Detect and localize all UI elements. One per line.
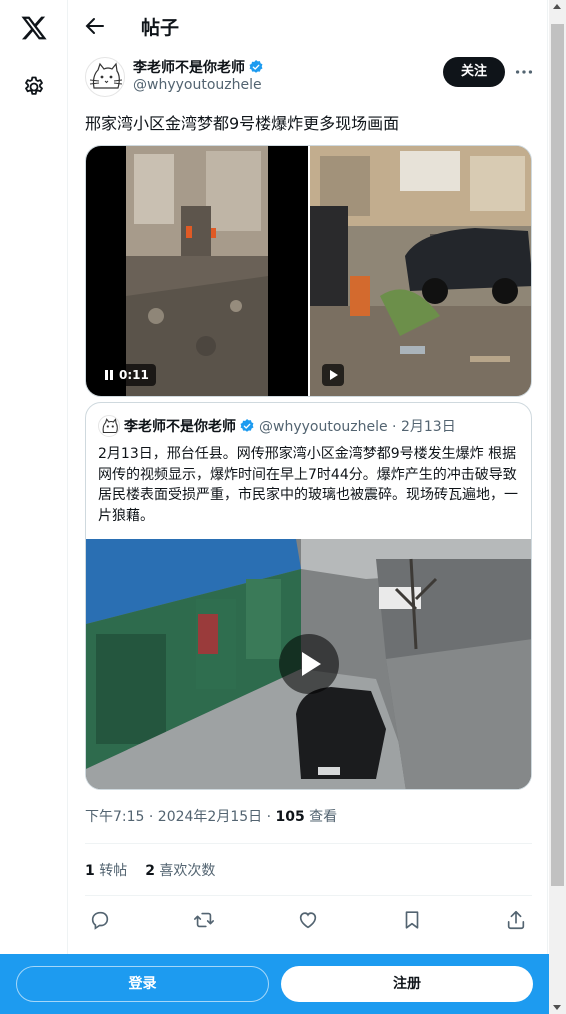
reposts-label[interactable]: 转帖 (95, 863, 127, 879)
page-title: 帖子 (141, 17, 180, 39)
x-logo-icon[interactable] (20, 14, 48, 42)
media-grid: 0:11 (85, 145, 532, 397)
bottom-signin-bar: 登录 注册 (0, 954, 549, 1014)
post-timestamp[interactable]: 下午7:15 · 2024年2月15日 · (85, 809, 276, 825)
quoted-video-thumbnail[interactable] (86, 539, 531, 789)
more-dots-icon[interactable] (513, 61, 535, 83)
scrollbar[interactable] (549, 0, 566, 1014)
post-author: 李老师不是你老师 @whyyoutouzhele 关注 (85, 57, 535, 99)
reply-icon[interactable] (89, 909, 111, 931)
likes-count[interactable]: 2 (145, 863, 155, 879)
login-button[interactable]: 登录 (16, 966, 269, 1002)
author-name-row: 李老师不是你老师 (133, 57, 264, 77)
heart-icon[interactable] (297, 909, 319, 931)
video-timer-text: 0:11 (119, 368, 149, 382)
verified-badge-icon (240, 419, 254, 432)
author-name[interactable]: 李老师不是你老师 (133, 60, 245, 76)
play-button-icon[interactable] (279, 634, 339, 694)
scrollbar-thumb[interactable] (551, 24, 564, 886)
quoted-date: 2月13日 (400, 419, 456, 435)
quoted-avatar (98, 415, 120, 437)
quoted-header: 李老师不是你老师 @whyyoutouzhele · 2月13日 (98, 415, 528, 437)
post-stats: 1 转帖 2 喜欢次数 (85, 860, 215, 880)
scroll-up-icon[interactable] (553, 4, 561, 9)
quoted-author-name: 李老师不是你老师 (124, 419, 236, 435)
verified-badge-icon (249, 60, 263, 73)
top-bar: 帖子 (69, 0, 548, 53)
arrow-left-icon[interactable] (83, 14, 107, 38)
divider (85, 843, 532, 844)
video-thumbnail-2[interactable] (310, 146, 531, 396)
bookmark-icon[interactable] (401, 909, 423, 931)
post-meta: 下午7:15 · 2024年2月15日 · 105 查看 (85, 806, 337, 826)
views-count: 105 (275, 809, 305, 825)
quoted-post[interactable]: 李老师不是你老师 @whyyoutouzhele · 2月13日 2月13日，邢台… (85, 402, 532, 790)
scroll-down-icon[interactable] (553, 1005, 561, 1010)
app-root: 帖子 李老师不是你老师 @whyyoutouzhele 关注 邢家湾小区金湾梦都… (0, 0, 566, 1014)
views-label: 查看 (304, 809, 338, 825)
video-timer: 0:11 (98, 364, 156, 386)
left-rail (0, 0, 68, 1014)
repost-icon[interactable] (193, 909, 215, 931)
quoted-author-handle: @whyyoutouzhele (259, 419, 388, 435)
action-bar (85, 906, 532, 936)
quoted-separator: · (387, 419, 401, 435)
signup-button[interactable]: 注册 (281, 966, 533, 1002)
reposts-count[interactable]: 1 (85, 863, 95, 879)
play-icon[interactable] (322, 364, 344, 386)
main-column: 帖子 李老师不是你老师 @whyyoutouzhele 关注 邢家湾小区金湾梦都… (69, 0, 548, 1014)
author-handle[interactable]: @whyyoutouzhele (133, 77, 262, 93)
pause-icon[interactable] (105, 370, 113, 380)
post-text: 邢家湾小区金湾梦都9号楼爆炸更多现场画面 (85, 114, 400, 133)
video-thumbnail-1[interactable]: 0:11 (86, 146, 308, 396)
gear-icon[interactable] (22, 75, 46, 99)
quoted-text: 2月13日，邢台任县。网传邢家湾小区金湾梦都9号楼发生爆炸 根据网传的视频显示，… (98, 446, 518, 524)
likes-label[interactable]: 喜欢次数 (155, 863, 215, 879)
follow-button[interactable]: 关注 (443, 57, 505, 87)
divider (85, 895, 532, 896)
share-icon[interactable] (505, 909, 527, 931)
avatar[interactable] (85, 57, 125, 97)
